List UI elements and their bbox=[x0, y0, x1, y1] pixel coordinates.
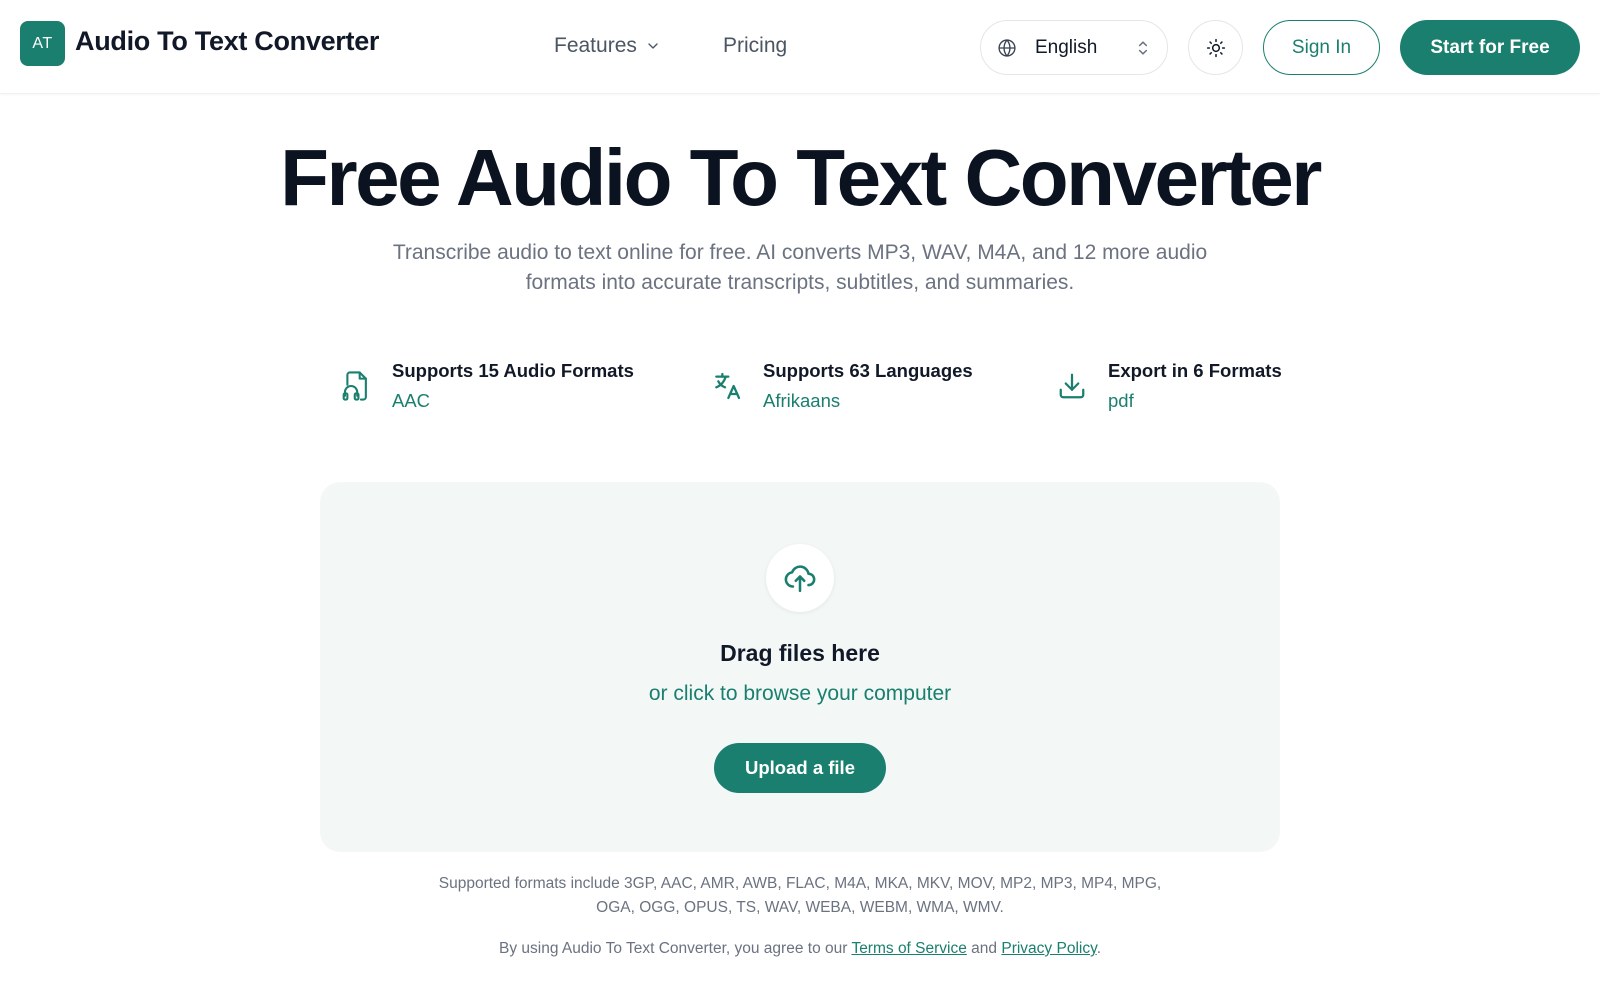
upload-file-button[interactable]: Upload a file bbox=[714, 743, 886, 793]
language-select[interactable]: English bbox=[980, 20, 1168, 75]
nav-features-menu[interactable]: Features bbox=[554, 34, 661, 58]
browse-computer-link[interactable]: or click to browse your computer bbox=[320, 682, 1280, 706]
logo-badge[interactable]: AT bbox=[20, 21, 65, 66]
feature-title: Supports 63 Languages bbox=[763, 360, 973, 381]
cloud-upload-icon bbox=[766, 544, 834, 612]
audio-file-icon bbox=[336, 366, 376, 406]
terms-suffix: . bbox=[1096, 940, 1101, 957]
feature-export-formats: Export in 6 Formats pdf bbox=[1052, 356, 1282, 416]
privacy-policy-link[interactable]: Privacy Policy bbox=[1001, 940, 1096, 957]
terms-notice: By using Audio To Text Converter, you ag… bbox=[0, 940, 1600, 958]
nav-pricing-link[interactable]: Pricing bbox=[723, 34, 787, 58]
brand-name[interactable]: Audio To Text Converter bbox=[75, 26, 379, 57]
feature-value: pdf bbox=[1108, 390, 1134, 411]
file-dropzone[interactable]: Drag files here or click to browse your … bbox=[320, 482, 1280, 852]
terms-and: and bbox=[971, 940, 998, 957]
globe-icon bbox=[998, 38, 1016, 57]
feature-value: Afrikaans bbox=[763, 390, 841, 411]
dropzone-title: Drag files here bbox=[720, 640, 880, 666]
start-for-free-button[interactable]: Start for Free bbox=[1400, 20, 1580, 75]
page-title: Free Audio To Text Converter bbox=[280, 133, 1322, 222]
page-subtitle: Transcribe audio to text online for free… bbox=[392, 241, 1208, 294]
feature-value: AAC bbox=[392, 390, 431, 411]
sun-icon bbox=[1206, 38, 1225, 57]
feature-languages: Supports 63 Languages Afrikaans bbox=[707, 356, 973, 416]
chevron-down-icon bbox=[648, 43, 658, 49]
terms-of-service-link[interactable]: Terms of Service bbox=[851, 940, 966, 957]
feature-title: Supports 15 Audio Formats bbox=[392, 360, 634, 381]
translate-icon bbox=[707, 366, 747, 406]
sign-in-button[interactable]: Sign In bbox=[1263, 20, 1380, 75]
site-header: AT Audio To Text Converter Features Pric… bbox=[0, 0, 1600, 94]
chevron-up-down-icon bbox=[1138, 40, 1148, 55]
supported-formats-note: Supported formats include 3GP, AAC, AMR,… bbox=[438, 875, 1162, 916]
language-select-value: English bbox=[1035, 36, 1098, 58]
feature-audio-formats: Supports 15 Audio Formats AAC bbox=[336, 356, 634, 416]
theme-toggle-button[interactable] bbox=[1188, 20, 1243, 75]
download-icon bbox=[1052, 366, 1092, 406]
terms-prefix: By using Audio To Text Converter, you ag… bbox=[499, 940, 848, 957]
feature-title: Export in 6 Formats bbox=[1108, 360, 1282, 381]
nav-features-label: Features bbox=[554, 34, 637, 57]
